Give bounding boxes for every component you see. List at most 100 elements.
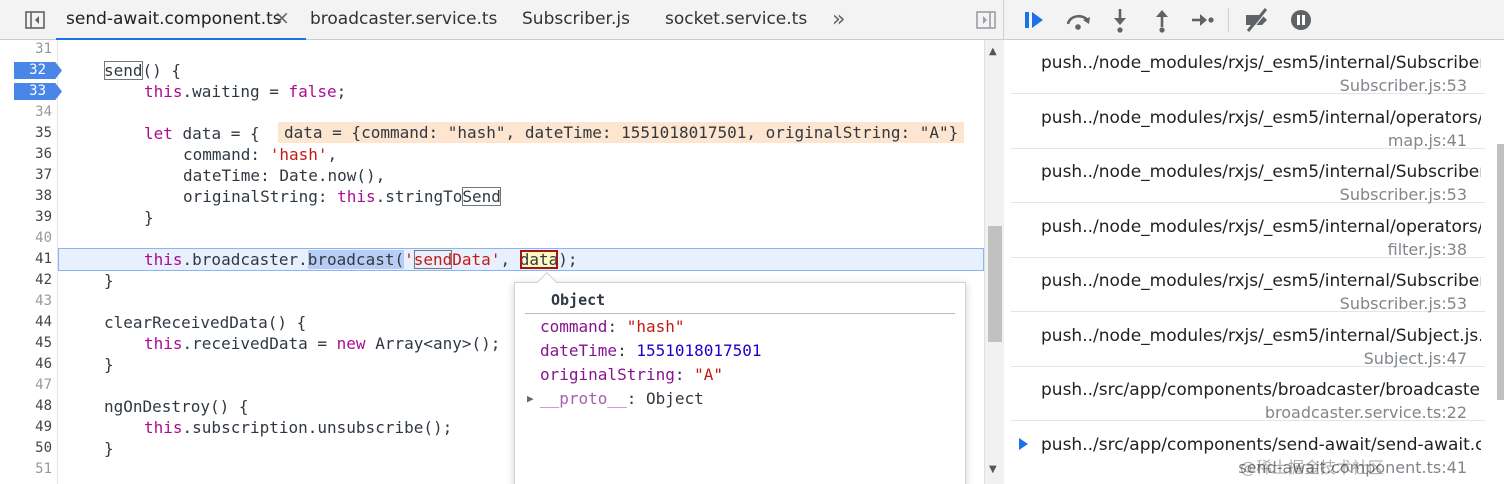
- step-icon[interactable]: [1190, 8, 1216, 32]
- code-line-50: }: [104, 439, 114, 458]
- frame-location[interactable]: Subscriber.js:53: [1340, 76, 1467, 95]
- frame-function: push../src/app/components/send-await/sen…: [1041, 435, 1481, 455]
- line-number[interactable]: 43: [0, 291, 52, 312]
- token-send[interactable]: send: [104, 61, 143, 80]
- scroll-down-icon[interactable]: ▼: [989, 464, 997, 475]
- token-broadcast[interactable]: broadcast: [307, 250, 395, 269]
- chevron-double-right-icon[interactable]: »: [832, 0, 845, 40]
- code-text: );: [558, 250, 578, 269]
- debugger-toolbar: [1004, 0, 1504, 40]
- code-line-32: send() {: [104, 60, 181, 81]
- code-text: .broadcaster.: [182, 250, 308, 269]
- close-tab-icon[interactable]: ×: [274, 0, 290, 39]
- scrollbar-thumb[interactable]: [1497, 144, 1504, 400]
- frame-function: push../node_modules/rxjs/_esm5/internal/…: [1041, 108, 1481, 128]
- token-data-hovered[interactable]: data: [519, 250, 559, 269]
- line-number[interactable]: 36: [0, 144, 52, 165]
- object-property[interactable]: command: "hash": [540, 315, 685, 339]
- call-frame[interactable]: push../node_modules/rxjs/_esm5/internal/…: [1011, 313, 1485, 368]
- line-number[interactable]: 50: [0, 438, 52, 459]
- line-number[interactable]: 38: [0, 186, 52, 207]
- line-number[interactable]: 40: [0, 228, 52, 249]
- breakpoint-marker[interactable]: 32: [14, 62, 62, 79]
- frame-function: push../node_modules/rxjs/_esm5/internal/…: [1041, 53, 1481, 73]
- code-text: command:: [183, 145, 270, 164]
- line-number[interactable]: 41: [0, 249, 52, 270]
- line-number[interactable]: 39: [0, 207, 52, 228]
- string-literal: ': [404, 250, 414, 269]
- step-over-icon[interactable]: [1064, 8, 1092, 32]
- inline-variable-value[interactable]: data = {command: "hash", dateTime: 15510…: [278, 122, 965, 143]
- step-into-icon[interactable]: [1110, 7, 1130, 33]
- call-frame[interactable]: push../node_modules/rxjs/_esm5/internal/…: [1011, 95, 1485, 150]
- breakpoint-marker[interactable]: 33: [14, 83, 62, 100]
- line-number[interactable]: 44: [0, 312, 52, 333]
- frame-location[interactable]: map.js:41: [1388, 131, 1467, 150]
- string-literal: Data': [452, 250, 501, 269]
- token-send[interactable]: send: [413, 250, 453, 269]
- tab-send-await-component[interactable]: send-await.component.ts: [56, 0, 306, 40]
- popover-title: Object: [551, 291, 606, 309]
- expand-triangle-icon[interactable]: ▶: [527, 392, 534, 405]
- code-line-38: originalString: this.stringToSend: [183, 186, 501, 207]
- code-line-36: command: 'hash',: [183, 144, 337, 165]
- line-number[interactable]: 48: [0, 396, 52, 417]
- line-number[interactable]: 51: [0, 459, 52, 480]
- scrollbar-thumb[interactable]: [988, 226, 1002, 342]
- code-text: originalString:: [183, 187, 338, 206]
- code-line-44: clearReceivedData() {: [104, 313, 307, 332]
- separator: :: [607, 317, 627, 336]
- frame-location[interactable]: filter.js:38: [1388, 240, 1467, 259]
- line-number[interactable]: 34: [0, 102, 52, 123]
- frame-location[interactable]: Subject.js:47: [1364, 349, 1467, 368]
- scroll-up-icon[interactable]: ▲: [989, 46, 997, 57]
- frame-function: push../src/app/components/broadcaster/br…: [1041, 380, 1481, 400]
- step-out-icon[interactable]: [1152, 7, 1172, 33]
- object-property[interactable]: originalString: "A": [540, 363, 723, 387]
- frame-location[interactable]: broadcaster.service.ts:22: [1265, 403, 1467, 422]
- resume-icon[interactable]: [1022, 8, 1046, 32]
- object-preview-popover: Object command: "hash" dateTime: 1551018…: [514, 272, 966, 484]
- call-frame[interactable]: push../node_modules/rxjs/_esm5/internal/…: [1011, 258, 1485, 313]
- tab-broadcaster-service[interactable]: broadcaster.service.ts: [310, 0, 497, 40]
- code-text: .waiting =: [182, 82, 289, 101]
- token-send[interactable]: Send: [462, 187, 501, 206]
- code-line-49: this.subscription.unsubscribe();: [144, 417, 452, 438]
- line-number[interactable]: 49: [0, 417, 52, 438]
- string-literal: 'hash': [269, 145, 328, 164]
- frame-location[interactable]: Subscriber.js:53: [1340, 294, 1467, 313]
- code-line-41: this.broadcaster.broadcast('sendData', d…: [144, 249, 578, 270]
- call-stack-scrollbar[interactable]: [1485, 40, 1504, 484]
- line-number-gutter[interactable]: 31 32 33 34 35 36 37 38 39 40 41 42 43 4…: [0, 40, 62, 484]
- separator: :: [674, 365, 695, 384]
- property-key: originalString: [540, 365, 675, 384]
- call-frame[interactable]: push../node_modules/rxjs/_esm5/internal/…: [1011, 149, 1485, 204]
- editor-scrollbar[interactable]: ▲ ▼: [984, 40, 1004, 484]
- code-line-45: this.receivedData = new Array<any>();: [144, 333, 500, 354]
- tab-subscriber-js[interactable]: Subscriber.js: [522, 0, 630, 40]
- pause-on-exceptions-icon[interactable]: [1289, 8, 1313, 32]
- code-text: () {: [142, 61, 182, 80]
- tab-socket-service[interactable]: socket.service.ts: [665, 0, 807, 40]
- line-number[interactable]: 45: [0, 333, 52, 354]
- line-number[interactable]: 42: [0, 270, 52, 291]
- line-number[interactable]: 47: [0, 375, 52, 396]
- code-text: data = {: [172, 124, 260, 143]
- deactivate-breakpoints-icon[interactable]: [1242, 7, 1272, 33]
- line-number[interactable]: 46: [0, 354, 52, 375]
- property-value: "A": [694, 365, 724, 384]
- object-property[interactable]: dateTime: 1551018017501: [540, 339, 762, 363]
- frame-function: push../node_modules/rxjs/_esm5/internal/…: [1041, 271, 1481, 291]
- call-frame[interactable]: push../src/app/components/broadcaster/br…: [1011, 367, 1485, 422]
- line-number[interactable]: 37: [0, 165, 52, 186]
- line-number[interactable]: 35: [0, 123, 52, 144]
- devtools-sources-panel: { "tabs": [ {"label": "send-await.compon…: [0, 0, 1504, 484]
- sidebar-toggle-icon[interactable]: [975, 9, 997, 31]
- frame-location[interactable]: Subscriber.js:53: [1340, 185, 1467, 204]
- sidebar-toggle-icon[interactable]: [24, 9, 46, 31]
- line-number[interactable]: 31: [0, 40, 52, 60]
- frame-function: push../node_modules/rxjs/_esm5/internal/…: [1041, 326, 1481, 346]
- call-frame[interactable]: push../node_modules/rxjs/_esm5/internal/…: [1011, 40, 1485, 95]
- object-property-proto[interactable]: __proto__: Object: [540, 387, 704, 411]
- call-frame[interactable]: push../node_modules/rxjs/_esm5/internal/…: [1011, 204, 1485, 259]
